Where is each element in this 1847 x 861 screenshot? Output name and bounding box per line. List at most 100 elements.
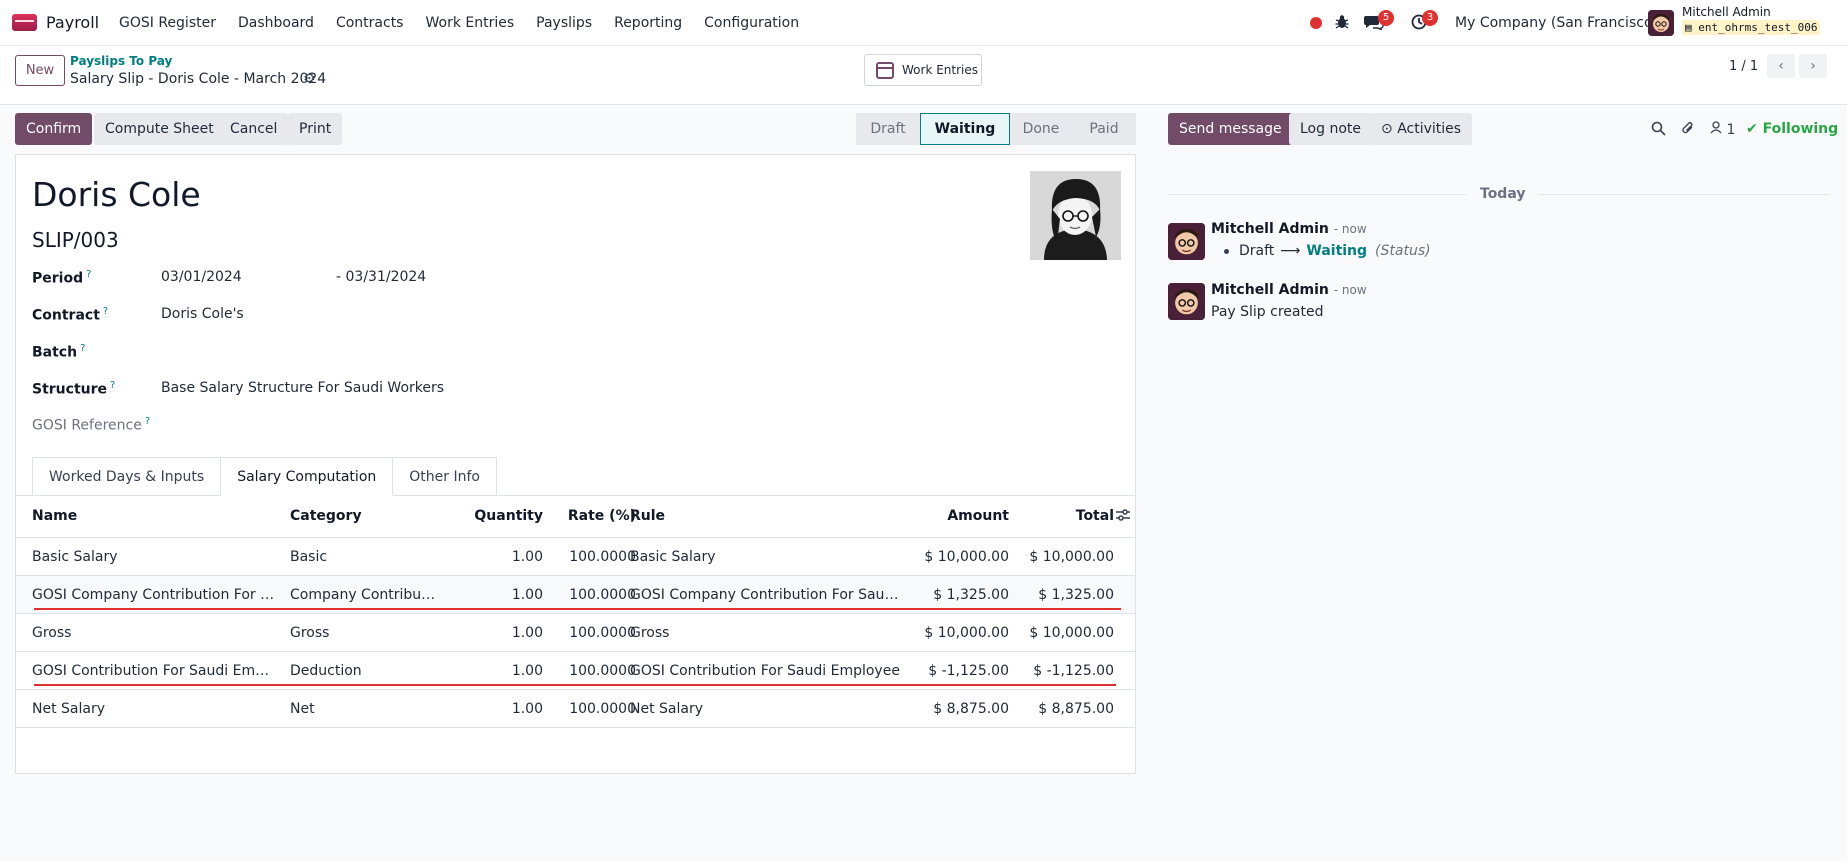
tab-salary-computation[interactable]: Salary Computation [220, 457, 394, 496]
status-draft[interactable]: Draft [856, 113, 920, 145]
table-row[interactable]: GOSI Contribution For Saudi Employee Ded… [16, 652, 1135, 690]
optional-columns-icon[interactable] [1116, 509, 1130, 525]
payroll-app-icon[interactable] [12, 14, 37, 31]
compute-sheet-button[interactable]: Compute Sheet [94, 113, 225, 145]
company-switcher[interactable]: My Company (San Francisco) [1455, 15, 1658, 31]
message-author[interactable]: Mitchell Admin - now [1211, 282, 1367, 298]
activities-badge: 3 [1422, 10, 1438, 26]
row-quantity[interactable]: 1.00 [456, 614, 543, 652]
author-avatar[interactable] [1168, 283, 1205, 320]
recording-indicator-icon[interactable] [1310, 17, 1322, 29]
header-amount[interactable]: Amount [906, 496, 1009, 537]
user-name[interactable]: Mitchell Admin [1682, 5, 1771, 19]
batch-help-icon[interactable]: ? [80, 343, 85, 354]
row-amount[interactable]: $ 10,000.00 [906, 614, 1009, 652]
form-tabs: Worked Days & Inputs Salary Computation … [32, 457, 497, 496]
row-total[interactable]: $ 10,000.00 [1014, 614, 1114, 652]
row-rule[interactable]: Gross [630, 614, 905, 652]
row-category[interactable]: Gross [290, 614, 440, 652]
app-name[interactable]: Payroll [46, 13, 99, 32]
row-name[interactable]: Net Salary [32, 690, 276, 728]
status-waiting[interactable]: Waiting [920, 113, 1010, 145]
breadcrumb-parent[interactable]: Payslips To Pay [70, 54, 172, 68]
period-from-field[interactable]: 03/01/2024 [161, 269, 242, 285]
tab-other-info[interactable]: Other Info [392, 457, 497, 496]
header-quantity[interactable]: Quantity [456, 496, 543, 537]
table-row[interactable]: GOSI Company Contribution For Sau... Com… [16, 576, 1135, 614]
period-help-icon[interactable]: ? [86, 269, 91, 280]
pager-next-icon[interactable]: › [1799, 54, 1827, 78]
slip-number[interactable]: SLIP/003 [32, 228, 119, 252]
author-avatar[interactable] [1168, 223, 1205, 260]
debug-bug-icon[interactable] [1335, 14, 1349, 33]
menu-work-entries[interactable]: Work Entries [425, 15, 514, 31]
new-button[interactable]: New [15, 55, 65, 86]
row-name[interactable]: Gross [32, 614, 276, 652]
row-name[interactable]: Basic Salary [32, 538, 276, 576]
period-to-field[interactable]: - 03/31/2024 [336, 269, 426, 285]
row-rate[interactable]: 100.0000 [546, 538, 636, 576]
tab-worked-days-inputs[interactable]: Worked Days & Inputs [32, 457, 222, 496]
batch-field[interactable] [161, 343, 461, 361]
row-quantity[interactable]: 1.00 [456, 690, 543, 728]
cancel-button[interactable]: Cancel [219, 113, 289, 145]
row-rule[interactable]: Basic Salary [630, 538, 905, 576]
contract-label: Contract? [32, 306, 108, 324]
table-row[interactable]: Net Salary Net 1.00 100.0000 Net Salary … [16, 690, 1135, 728]
header-name[interactable]: Name [32, 496, 276, 537]
row-total[interactable]: $ 8,875.00 [1014, 690, 1114, 728]
message-author-name[interactable]: Mitchell Admin [1211, 221, 1329, 237]
print-button[interactable]: Print [288, 113, 343, 145]
gear-icon[interactable]: ⚙ [303, 71, 316, 87]
following-button[interactable]: ✔ Following [1746, 121, 1838, 137]
row-rate[interactable]: 100.0000 [546, 690, 636, 728]
employee-photo[interactable] [1030, 171, 1121, 260]
menu-contracts[interactable]: Contracts [336, 15, 404, 31]
batch-label-text: Batch [32, 344, 78, 361]
status-done[interactable]: Done [1010, 113, 1072, 145]
menu-reporting[interactable]: Reporting [614, 15, 682, 31]
user-avatar[interactable] [1648, 10, 1674, 36]
row-category[interactable]: Net [290, 690, 440, 728]
table-row[interactable]: Basic Salary Basic 1.00 100.0000 Basic S… [16, 538, 1135, 576]
structure-help-icon[interactable]: ? [110, 380, 115, 391]
message-author-name[interactable]: Mitchell Admin [1211, 282, 1329, 298]
header-category[interactable]: Category [290, 496, 440, 537]
row-total[interactable]: $ 10,000.00 [1014, 538, 1114, 576]
row-rule[interactable]: Net Salary [630, 690, 905, 728]
pager-value[interactable]: 1 / 1 [1729, 59, 1758, 74]
work-entries-button[interactable]: Work Entries [864, 54, 982, 86]
following-label: Following [1762, 121, 1839, 137]
row-category[interactable]: Basic [290, 538, 440, 576]
row-amount[interactable]: $ 10,000.00 [906, 538, 1009, 576]
employee-name[interactable]: Doris Cole [32, 175, 201, 214]
contract-help-icon[interactable]: ? [103, 306, 108, 317]
structure-field[interactable]: Base Salary Structure For Saudi Workers [161, 380, 444, 396]
gosi-reference-help-icon[interactable]: ? [145, 416, 150, 427]
table-row[interactable]: Gross Gross 1.00 100.0000 Gross $ 10,000… [16, 614, 1135, 652]
followers-button[interactable]: 1 [1710, 121, 1735, 138]
confirm-button[interactable]: Confirm [15, 113, 93, 145]
database-name: ▤ ent_ohrms_test_006 [1682, 20, 1821, 35]
status-paid[interactable]: Paid [1072, 113, 1136, 145]
contract-field[interactable]: Doris Cole's [161, 306, 244, 322]
menu-dashboard[interactable]: Dashboard [238, 15, 314, 31]
header-rate[interactable]: Rate (%) [546, 496, 636, 537]
message-author[interactable]: Mitchell Admin - now [1211, 221, 1367, 237]
log-note-button[interactable]: Log note [1289, 113, 1372, 145]
menu-gosi-register[interactable]: GOSI Register [119, 15, 216, 31]
menu-configuration[interactable]: Configuration [704, 15, 799, 31]
pager-previous-icon[interactable]: ‹ [1767, 54, 1795, 78]
date-separator-line [1538, 194, 1830, 195]
send-message-button[interactable]: Send message [1168, 113, 1293, 145]
header-total[interactable]: Total [1014, 496, 1114, 537]
activities-button[interactable]: ⊙ Activities [1370, 113, 1473, 145]
table-header: Name Category Quantity Rate (%) Rule Amo… [16, 496, 1135, 538]
row-quantity[interactable]: 1.00 [456, 538, 543, 576]
search-icon[interactable] [1651, 121, 1666, 140]
menu-payslips[interactable]: Payslips [536, 15, 592, 31]
header-rule[interactable]: Rule [630, 496, 905, 537]
paperclip-icon[interactable] [1681, 121, 1695, 140]
row-amount[interactable]: $ 8,875.00 [906, 690, 1009, 728]
row-rate[interactable]: 100.0000 [546, 614, 636, 652]
